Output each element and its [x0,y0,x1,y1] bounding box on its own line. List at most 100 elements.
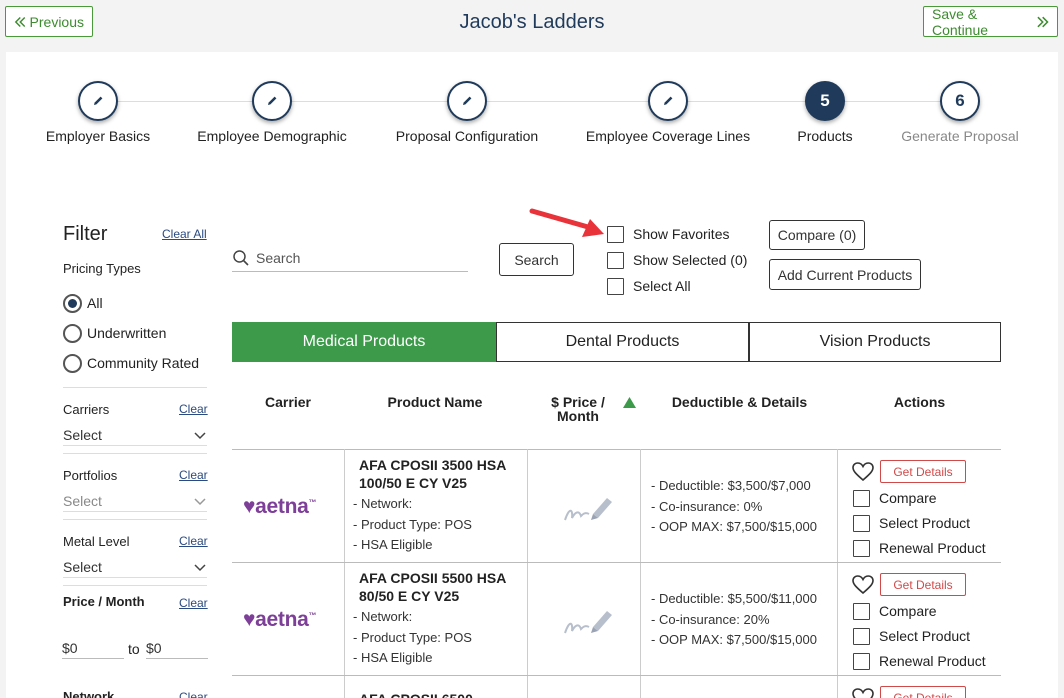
radio-community-rated[interactable] [63,354,82,373]
oop-text: - OOP MAX: $7,500/$15,000 [651,632,817,647]
divider [63,585,207,586]
deductible-details: - Deductible: $5,500/$11,000 - Co-insura… [651,589,817,651]
tab-medical-products[interactable]: Medical Products [232,322,496,362]
pencil-icon [447,81,487,121]
clear-price-link[interactable]: Clear [179,596,208,610]
select-product-checkbox[interactable] [853,628,870,645]
get-details-button[interactable]: Get Details [880,573,966,596]
portfolios-select[interactable]: Select [63,490,207,512]
show-selected-label: Show Selected (0) [633,252,748,268]
column-header-actions: Actions [893,394,946,410]
show-favorites-checkbox[interactable] [607,226,624,243]
price-month-label: Price / Month [63,594,145,609]
select-product-label: Select Product [879,628,971,644]
renewal-product-label: Renewal Product [879,653,986,669]
compare-button[interactable]: Compare (0) [769,220,865,250]
step-label: Employer Basics [45,128,151,144]
price-header-line1: $ Price / [551,394,605,410]
metal-level-label: Metal Level [63,534,130,549]
aetna-logo: ♥aetna™ [243,495,317,518]
heart-icon[interactable] [852,462,874,482]
heart-icon[interactable] [852,575,874,595]
carriers-select[interactable]: Select [63,424,207,446]
show-favorites-label: Show Favorites [633,226,730,242]
metal-level-select[interactable]: Select [63,556,207,578]
product-type-text: - Product Type: POS [353,516,472,532]
clear-network-link[interactable]: Clear [179,690,208,698]
step-employer-basics[interactable]: Employer Basics [8,81,188,144]
price-min-value: 0 [69,639,78,656]
network-label: Network [63,689,115,698]
product-name-line2: 80/50 E CY V25 [359,588,460,604]
product-name: AFA CPOSII 6500 [359,690,519,698]
compare-checkbox[interactable] [853,603,870,620]
portfolios-label: Portfolios [63,468,118,483]
product-name-line2: 100/50 E CY V25 [359,475,467,491]
renewal-product-label: Renewal Product [879,540,986,556]
network-text: - Network: [353,496,413,511]
pencil-icon [78,81,118,121]
metal-level-value: Select [63,558,102,575]
clear-portfolios-link[interactable]: Clear [179,468,208,482]
compare-checkbox[interactable] [853,490,870,507]
select-product-checkbox[interactable] [853,515,870,532]
tab-dental-products[interactable]: Dental Products [496,322,749,362]
coinsurance-text: - Co-insurance: 20% [651,611,770,627]
clear-carriers-link[interactable]: Clear [179,402,208,416]
renewal-product-checkbox[interactable] [853,653,870,670]
annotation-arrow-icon [529,208,604,237]
column-header-price[interactable]: $ Price / Month [528,395,628,423]
signature-pen-icon[interactable] [563,603,615,639]
compare-label: Compare [879,603,937,619]
deductible-text: - Deductible: $3,500/$7,000 [651,478,811,493]
select-product-label: Select Product [879,515,971,531]
radio-all[interactable] [63,294,82,313]
step-label: Generate Proposal [901,128,1019,144]
hsa-text: - HSA Eligible [353,650,433,665]
step-label: Employee Coverage Lines [585,128,751,144]
aetna-logo: ♥aetna™ [243,608,317,631]
get-details-button[interactable]: Get Details [880,686,966,698]
price-max-value: 0 [153,639,162,656]
divider [63,387,207,388]
get-details-button[interactable]: Get Details [880,460,966,483]
currency-symbol: $ [62,639,70,656]
search-placeholder: Search [256,249,301,266]
pencil-icon [252,81,292,121]
step-label: Employee Demographic [197,128,347,144]
network-text: - Network: [353,609,413,624]
add-current-products-button[interactable]: Add Current Products [769,259,921,290]
signature-pen-icon[interactable] [563,490,615,526]
chevron-down-icon [194,431,206,439]
sort-ascending-icon[interactable] [623,397,636,408]
tab-vision-products[interactable]: Vision Products [749,322,1001,362]
step-number: 6 [940,81,980,121]
step-proposal-configuration[interactable]: Proposal Configuration [377,81,557,144]
portfolios-value: Select [63,492,102,509]
column-header-deductible: Deductible & Details [671,394,808,410]
search-button[interactable]: Search [499,243,574,276]
product-meta: - Network: - Product Type: POS - HSA Eli… [353,607,472,669]
show-selected-checkbox[interactable] [607,252,624,269]
select-all-checkbox[interactable] [607,278,624,295]
clear-all-link[interactable]: Clear All [162,227,207,241]
step-label: Proposal Configuration [395,128,539,144]
clear-metal-link[interactable]: Clear [179,534,208,548]
heart-icon[interactable] [852,688,874,698]
step-generate-proposal[interactable]: 6 Generate Proposal [870,81,1050,144]
column-header-carrier: Carrier [265,394,311,410]
filter-title: Filter [63,223,108,245]
step-employee-demographic[interactable]: Employee Demographic [182,81,362,144]
renewal-product-checkbox[interactable] [853,540,870,557]
product-name-line1: AFA CPOSII 5500 HSA [359,570,507,586]
radio-label: All [87,295,103,311]
column-header-product-name: Product Name [387,394,483,410]
to-label: to [128,641,140,657]
step-employee-coverage-lines[interactable]: Employee Coverage Lines [578,81,758,144]
search-input[interactable]: Search [232,244,468,272]
radio-underwritten[interactable] [63,324,82,343]
save-continue-label: Save & Continue [932,5,989,38]
price-min-input[interactable]: $0 [62,637,124,659]
save-continue-button[interactable]: Save & Continue [923,5,1058,38]
price-max-input[interactable]: $0 [146,637,208,659]
